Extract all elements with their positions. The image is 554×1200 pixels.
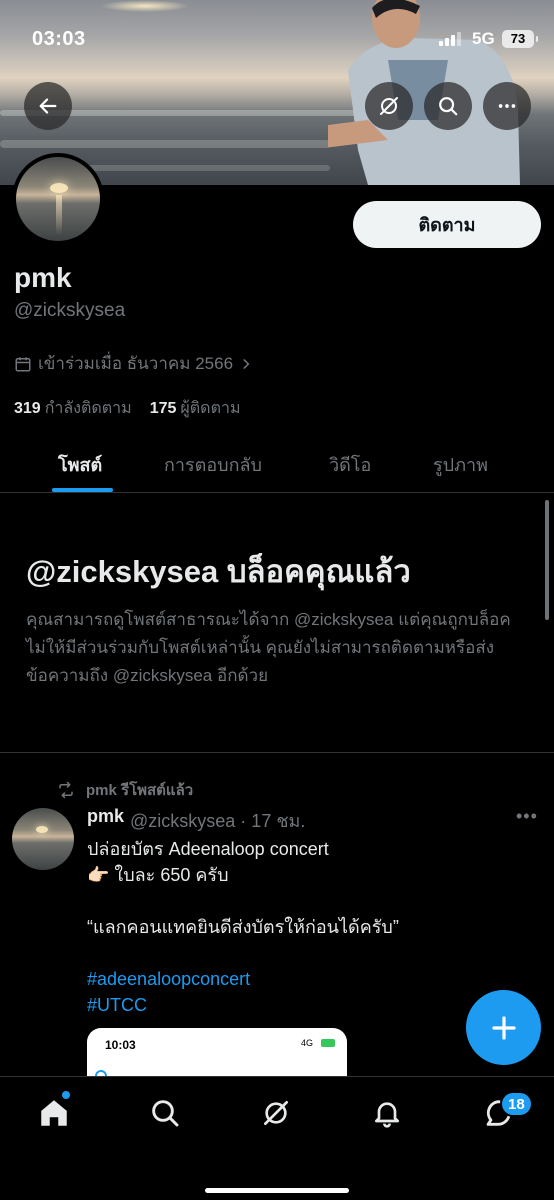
followers-label: ผู้ติดตาม — [180, 400, 241, 417]
following-link[interactable]: 319 กำลังติดตาม — [14, 396, 132, 421]
avatar-sun — [50, 183, 68, 193]
avatar-reflection — [56, 195, 62, 235]
divider — [0, 752, 554, 753]
repost-icon — [59, 781, 73, 799]
home-indicator — [205, 1188, 349, 1193]
followers-link[interactable]: 175 ผู้ติดตาม — [150, 396, 241, 421]
clock: 03:03 — [32, 28, 86, 50]
repost-indicator[interactable]: pmk รีโพสต์แล้ว — [56, 778, 193, 802]
user-handle: @zickskysea — [14, 300, 126, 321]
search-button[interactable] — [424, 82, 472, 130]
media-network: 4G — [300, 1038, 313, 1048]
hashtag-link[interactable]: #adeenaloopconcert — [87, 966, 527, 992]
post-line: “แลกคอนแทคยินดีส่งบัตรให้ก่อนได้ครับ” — [87, 917, 399, 937]
plus-icon — [491, 1015, 516, 1040]
joined-date[interactable]: เข้าร่วมเมื่อ ธันวาคม 2566 — [14, 350, 253, 377]
messages-badge: 18 — [500, 1091, 533, 1117]
repost-label: pmk รีโพสต์แล้ว — [86, 782, 194, 799]
bell-icon — [375, 1102, 399, 1128]
post-line: 👉🏻 ใบละ 650 ครับ — [87, 865, 229, 885]
follow-button[interactable]: ติดตาม — [353, 201, 541, 248]
more-icon — [498, 104, 516, 108]
grok-button[interactable] — [365, 82, 413, 130]
home-icon — [41, 1100, 67, 1126]
status-bar: 03:03 5G 73 — [0, 22, 554, 58]
avatar-sun — [36, 826, 48, 833]
followers-count: 175 — [149, 400, 177, 417]
post-author-handle: @zickskysea · 17 ชม. — [130, 811, 306, 831]
media-time: 10:03 — [105, 1038, 136, 1052]
media-battery — [321, 1039, 335, 1047]
search-icon — [439, 97, 458, 116]
following-label: กำลังติดตาม — [44, 400, 132, 417]
post-line: ปล่อยบัตร Adeenaloop concert — [87, 839, 329, 859]
tab-replies[interactable]: การตอบกลับ — [164, 450, 262, 479]
more-button[interactable] — [483, 82, 531, 130]
nav-notifications[interactable] — [367, 1093, 407, 1133]
hashtag-link[interactable]: #UTCC — [87, 992, 527, 1018]
post-more-icon[interactable]: ••• — [516, 806, 538, 827]
post-text: ปล่อยบัตร Adeenaloop concert 👉🏻 ใบละ 650… — [87, 836, 527, 1018]
grok-icon — [380, 97, 398, 115]
nav-search[interactable] — [145, 1093, 185, 1133]
signal-icon — [439, 32, 461, 46]
grok-icon — [264, 1101, 288, 1125]
compose-button[interactable] — [466, 990, 541, 1065]
post-author-name[interactable]: pmk — [87, 806, 124, 835]
nav-grok[interactable] — [256, 1093, 296, 1133]
tab-photos[interactable]: รูปภาพ — [433, 450, 488, 479]
follow-counts: 319 กำลังติดตาม 175 ผู้ติดตาม — [14, 396, 240, 421]
bottom-nav: 18 — [0, 1076, 554, 1200]
active-tab-indicator — [52, 488, 113, 492]
calendar-icon — [15, 356, 31, 371]
joined-label: เข้าร่วมเมื่อ ธันวาคม 2566 — [38, 354, 234, 373]
search-icon — [152, 1100, 179, 1127]
home-unread-dot — [62, 1091, 70, 1099]
display-name: pmk — [14, 262, 72, 293]
post-avatar[interactable] — [12, 808, 74, 870]
chevron-right-icon — [243, 358, 250, 369]
nav-home[interactable] — [34, 1093, 74, 1133]
arrow-left-icon — [39, 98, 57, 114]
scrollbar[interactable] — [545, 500, 549, 620]
tab-posts[interactable]: โพสต์ — [58, 450, 102, 479]
blocked-message: คุณสามารถดูโพสต์สาธารณะได้จาก @zickskyse… — [26, 610, 511, 685]
banner-wave — [0, 140, 330, 148]
tab-videos[interactable]: วิดีโอ — [329, 450, 371, 479]
battery-icon: 73 — [502, 30, 538, 48]
back-button[interactable] — [24, 82, 72, 130]
network-type: 5G — [472, 29, 495, 48]
profile-avatar[interactable] — [12, 153, 104, 245]
post-header: pmk @zickskysea · 17 ชม. — [87, 806, 305, 835]
banner-sun — [100, 0, 190, 12]
following-count: 319 — [14, 400, 41, 417]
profile-tabs: โพสต์ การตอบกลับ วิดีโอ รูปภาพ — [0, 430, 554, 493]
blocked-title: @zickskysea บล็อคคุณแล้ว — [26, 554, 411, 589]
